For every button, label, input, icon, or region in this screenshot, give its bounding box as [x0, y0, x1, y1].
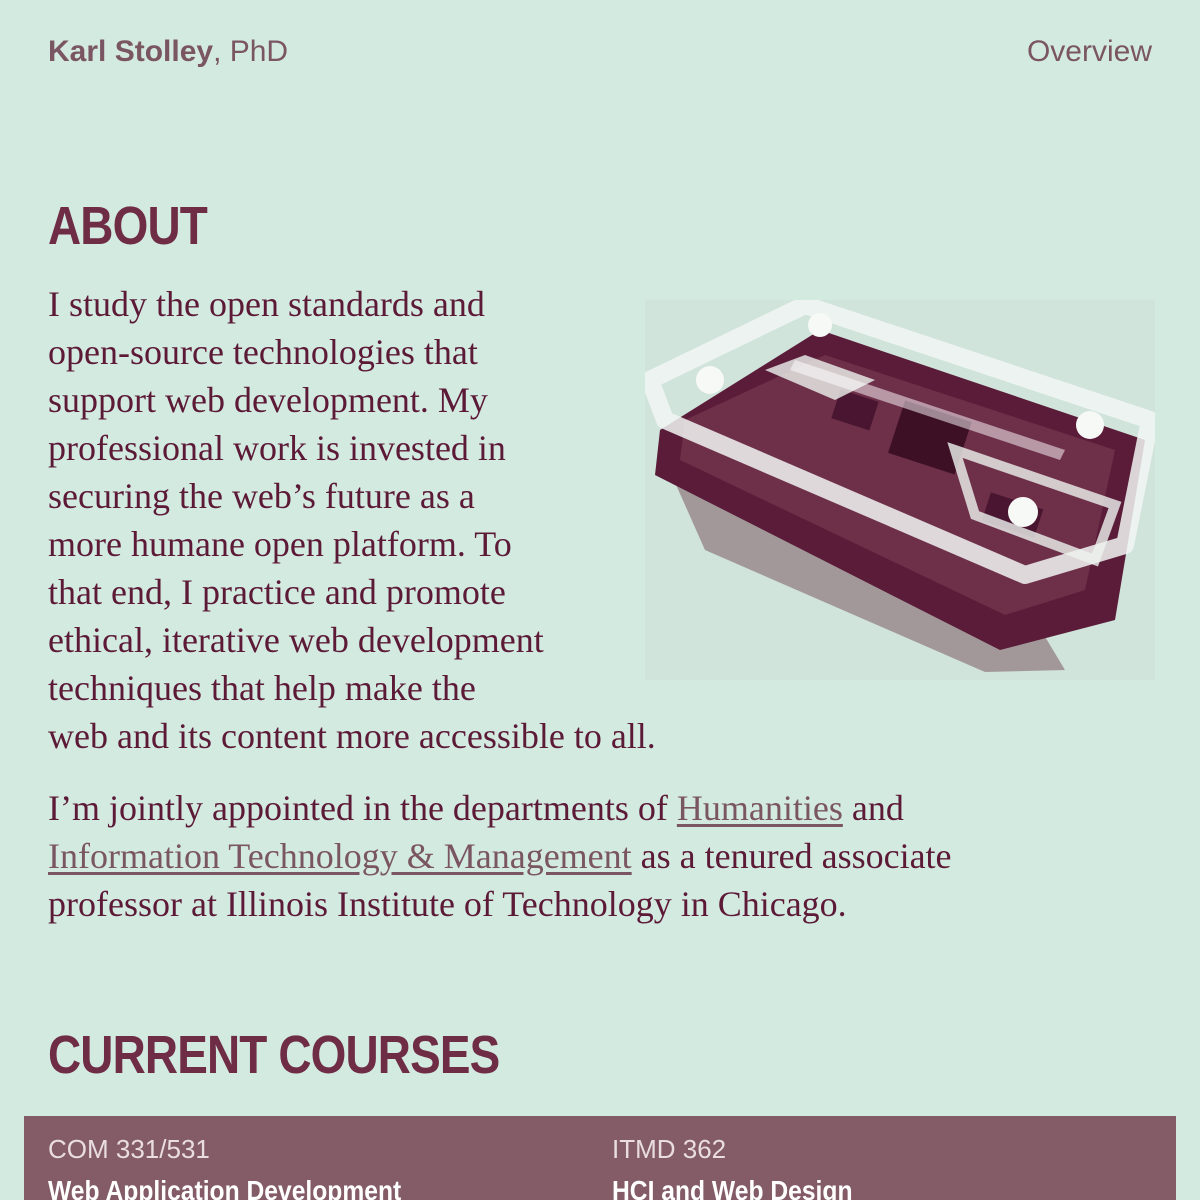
course-code: ITMD 362 [612, 1134, 727, 1164]
appointment-text-2: and [842, 788, 904, 828]
site-header: Karl Stolley, PhD Overview [48, 30, 1152, 74]
about-paragraph: I study the open standards and open-sour… [48, 280, 1158, 760]
about-line: web and its content more accessible to a… [48, 716, 656, 756]
about-line: more humane open platform. To [48, 524, 512, 564]
about-line: securing the web’s future as a [48, 476, 475, 516]
about-line: techniques that help make the [48, 668, 476, 708]
about-line: open-source technologies that [48, 332, 478, 372]
appointment-text-3: as a tenured associate [631, 836, 952, 876]
appointment-text-4: professor at Illinois Institute of Techn… [48, 884, 847, 924]
courses-list: COM 331/531 Web Application Development … [24, 1116, 1176, 1200]
nav-overview-link[interactable]: Overview [1027, 35, 1152, 69]
current-courses-heading: CURRENT COURSES [48, 1025, 500, 1085]
appointment-text-1: I’m jointly appointed in the departments… [48, 788, 677, 828]
humanities-link[interactable]: Humanities [677, 788, 843, 828]
course-title: Web Application Development [48, 1175, 402, 1200]
site-owner-name: Karl Stolley [48, 35, 214, 68]
about-line: ethical, iterative web development [48, 620, 544, 660]
site-owner-credential: , PhD [213, 35, 289, 68]
course-card[interactable]: COM 331/531 Web Application Development [48, 1134, 449, 1200]
appointment-paragraph: I’m jointly appointed in the departments… [48, 784, 1158, 928]
about-line: support web development. My [48, 380, 488, 420]
course-title: HCI and Web Design [612, 1175, 853, 1200]
about-line: that end, I practice and promote [48, 572, 506, 612]
about-line: I study the open standards and [48, 284, 485, 324]
about-line: professional work is invested in [48, 428, 506, 468]
about-heading: ABOUT [48, 196, 208, 256]
site-title-link[interactable]: Karl Stolley, PhD [48, 35, 288, 69]
itm-department-link[interactable]: Information Technology & Management [48, 836, 632, 876]
course-code: COM 331/531 [48, 1134, 210, 1164]
course-card[interactable]: ITMD 362 HCI and Web Design [612, 1134, 885, 1200]
